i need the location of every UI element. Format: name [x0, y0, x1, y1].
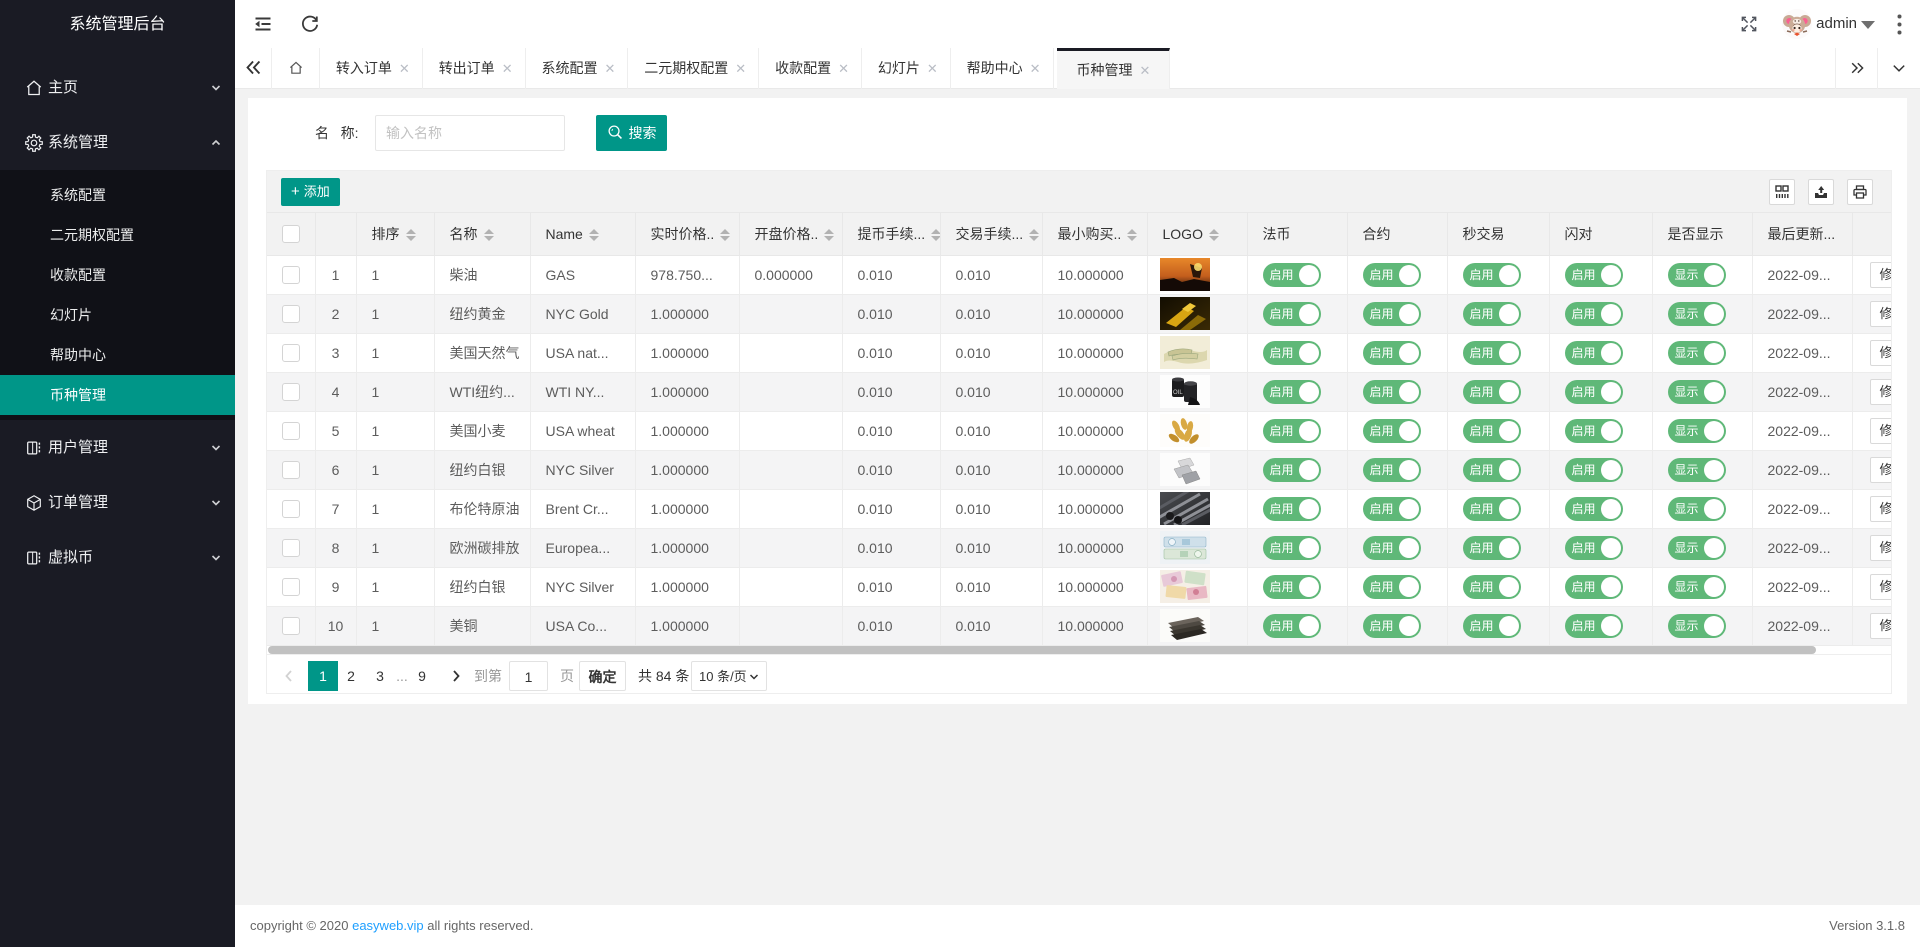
svg-text:OIL: OIL — [1173, 390, 1183, 396]
